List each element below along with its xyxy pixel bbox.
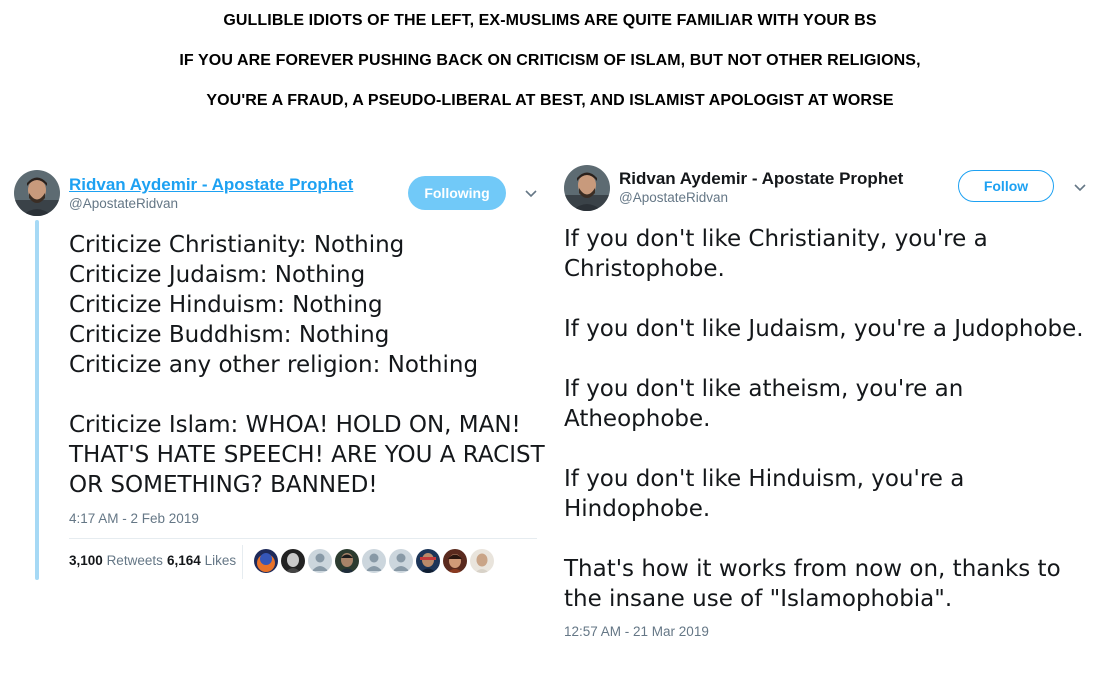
retweets-stat[interactable]: 3,100 Retweets bbox=[69, 553, 163, 568]
chevron-down-icon[interactable] bbox=[1073, 183, 1087, 193]
liker-avatar[interactable] bbox=[335, 549, 359, 573]
author-avatar[interactable] bbox=[14, 170, 60, 216]
likes-stat[interactable]: 6,164 Likes bbox=[167, 553, 236, 568]
author-handle[interactable]: @ApostateRidvan bbox=[69, 196, 178, 211]
chevron-down-icon[interactable] bbox=[524, 189, 538, 199]
author-name[interactable]: Ridvan Aydemir - Apostate Prophet bbox=[69, 175, 353, 195]
following-button[interactable]: Following bbox=[408, 176, 506, 210]
likes-count: 6,164 bbox=[167, 553, 201, 568]
liker-avatars bbox=[254, 549, 494, 573]
retweets-count: 3,100 bbox=[69, 553, 103, 568]
liker-avatar[interactable] bbox=[362, 549, 386, 573]
headline-line-1: GULLIBLE IDIOTS OF THE LEFT, EX-MUSLIMS … bbox=[223, 12, 877, 29]
thread-line bbox=[35, 220, 39, 580]
liker-avatar[interactable] bbox=[308, 549, 332, 573]
tweet-text: Criticize Christianity: Nothing Criticiz… bbox=[69, 232, 545, 498]
liker-avatar[interactable] bbox=[254, 549, 278, 573]
stats-divider bbox=[242, 545, 243, 579]
author-avatar[interactable] bbox=[564, 165, 610, 211]
liker-avatar[interactable] bbox=[443, 549, 467, 573]
likes-label: Likes bbox=[204, 553, 237, 568]
liker-avatar[interactable] bbox=[389, 549, 413, 573]
headline-line-2: IF YOU ARE FOREVER PUSHING BACK ON CRITI… bbox=[179, 52, 921, 69]
liker-avatar[interactable] bbox=[470, 549, 494, 573]
retweets-label: Retweets bbox=[106, 553, 163, 568]
author-handle[interactable]: @ApostateRidvan bbox=[619, 190, 728, 205]
tweet-timestamp[interactable]: 12:57 AM - 21 Mar 2019 bbox=[564, 624, 709, 639]
tweet-text: If you don't like Christianity, you're a… bbox=[564, 226, 1084, 612]
headline-line-3: YOU'RE A FRAUD, A PSEUDO-LIBERAL AT BEST… bbox=[206, 92, 894, 109]
follow-button[interactable]: Follow bbox=[958, 170, 1054, 202]
liker-avatar[interactable] bbox=[416, 549, 440, 573]
author-name[interactable]: Ridvan Aydemir - Apostate Prophet bbox=[619, 169, 903, 189]
divider bbox=[69, 538, 537, 539]
liker-avatar[interactable] bbox=[281, 549, 305, 573]
tweet-timestamp[interactable]: 4:17 AM - 2 Feb 2019 bbox=[69, 511, 199, 526]
